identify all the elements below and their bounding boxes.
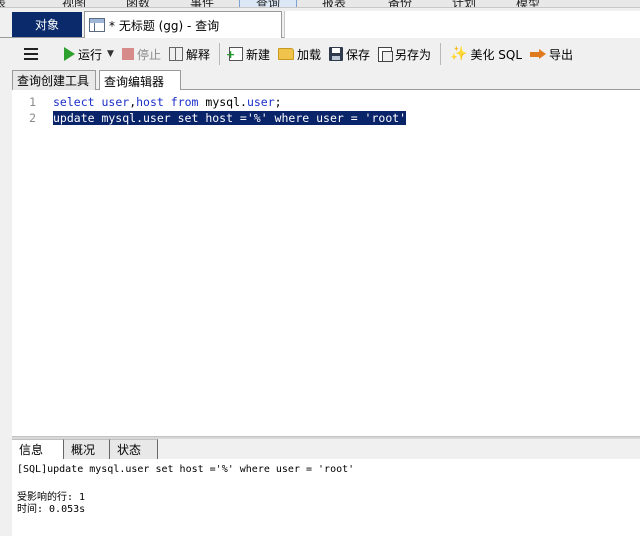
line-number: 1 [29,95,36,109]
explain-button[interactable]: 解释 [165,41,214,67]
tab-overview[interactable]: 概况 [64,439,110,459]
left-panel-edge [0,90,12,536]
menu-item-backup[interactable]: 备份 [388,0,412,7]
magic-wand-icon: ✨ [450,46,468,62]
column-host: host [136,95,164,109]
keyword-from: from [170,95,199,109]
query-tab-title: * 无标题 (gg) - 查询 [109,18,220,33]
menu-item-table[interactable]: 表 [0,0,6,7]
sql-editor[interactable]: 1 2 select user,host from mysql.user; up… [12,90,640,436]
run-label: 运行 [78,47,103,62]
code-line-1[interactable]: select user,host from mysql.user; [53,95,282,110]
tab-query-builder[interactable]: 查询创建工具 [12,70,96,90]
toolbar-separator [440,43,442,65]
save-label: 保存 [346,47,371,62]
menu-item-report[interactable]: 报表 [322,0,346,7]
load-label: 加载 [296,47,321,62]
new-document-icon [226,47,243,61]
tab-bar-empty-area [284,11,640,38]
code-semicolon: ; [274,95,282,109]
explain-label: 解释 [185,47,210,62]
save-as-label: 另存为 [395,47,432,62]
save-icon [329,47,343,61]
stop-icon [121,48,134,60]
stop-label: 停止 [136,47,161,62]
menu-item-query[interactable]: 查询 [239,0,298,7]
output-sql-line: [SQL]update mysql.user set host ='%' whe… [17,464,355,475]
query-table-icon [89,18,105,32]
code-line-2[interactable]: update mysql.user set host ='%' where us… [53,111,407,126]
keyword-select: select [53,95,95,109]
line-number: 2 [29,111,36,125]
output-time: 时间: 0.053s [17,504,86,515]
query-mode-tabs: 查询创建工具 查询编辑器 [12,70,640,91]
play-icon [64,47,75,61]
line-number-gutter: 1 2 [12,90,48,436]
beautify-label: 美化 SQL [470,47,523,62]
selected-code: update mysql.user set host ='%' where us… [53,111,407,125]
run-button[interactable]: 运行 ▼ [60,41,118,67]
tab-query-untitled[interactable]: * 无标题 (gg) - 查询 [84,11,282,38]
export-label: 导出 [549,47,574,62]
menu-item-schedule[interactable]: 计划 [452,0,476,7]
export-icon [530,47,547,61]
stop-button[interactable]: 停止 [118,41,165,67]
result-tabs: 信息 概况 状态 [12,439,640,459]
tab-objects[interactable]: 对象 [12,12,82,37]
toolbar-separator [218,43,220,65]
folder-icon [277,48,294,60]
menu-item-model[interactable]: 模型 [516,0,540,7]
load-button[interactable]: 加载 [274,41,325,67]
new-button[interactable]: 新建 [225,41,274,67]
tab-info[interactable]: 信息 [12,439,64,459]
menu-icon[interactable] [24,48,38,60]
new-label: 新建 [245,47,270,62]
column-user: user [101,95,130,109]
menu-item-event[interactable]: 事件 [190,0,214,7]
save-as-icon [378,46,394,62]
tab-query-editor[interactable]: 查询编辑器 [99,70,181,91]
table-user: user [246,95,275,109]
top-menu-bar: 表 视图 函数 事件 查询 报表 备份 计划 模型 [0,0,640,8]
beautify-sql-button[interactable]: ✨ 美化 SQL [446,41,526,67]
query-toolbar: 运行 ▼ 停止 解释 新建 加载 保存 另存为 ✨ 美化 SQL 导出 [10,38,640,70]
chevron-down-icon[interactable]: ▼ [107,49,114,59]
explain-icon [168,47,183,61]
message-output: [SQL]update mysql.user set host ='%' whe… [12,459,640,536]
tab-status[interactable]: 状态 [110,439,158,459]
save-as-button[interactable]: 另存为 [374,41,435,67]
menu-item-function[interactable]: 函数 [126,0,150,7]
document-tab-bar: 对象 * 无标题 (gg) - 查询 [0,8,640,38]
save-button[interactable]: 保存 [325,41,374,67]
export-button[interactable]: 导出 [526,41,577,67]
menu-item-view[interactable]: 视图 [62,0,86,7]
schema-mysql: mysql. [205,95,247,109]
